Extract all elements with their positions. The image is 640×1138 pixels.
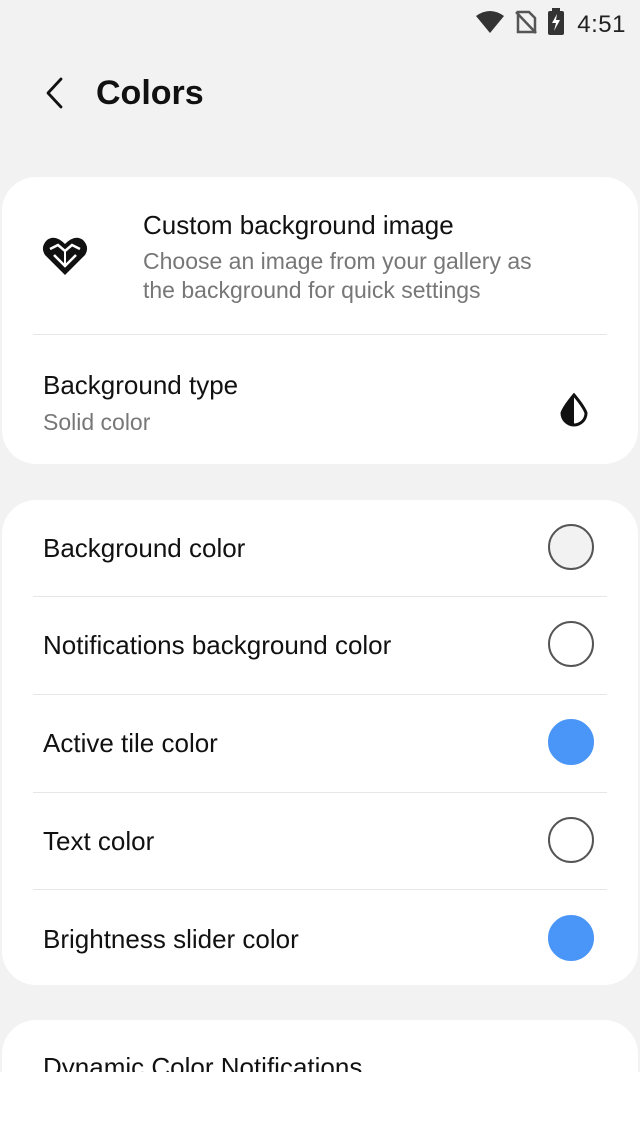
custom-background-image-subtitle-line2: the background for quick settings bbox=[143, 277, 481, 303]
color-item-active-tile[interactable]: Active tile color bbox=[2, 695, 638, 792]
background-type-item[interactable]: Background type Solid color bbox=[2, 335, 638, 464]
color-swatch bbox=[548, 524, 594, 570]
color-item-label: Notifications background color bbox=[43, 630, 392, 660]
back-button[interactable] bbox=[30, 70, 80, 120]
dynamic-color-card: Dynamic Color Notifications bbox=[2, 1020, 638, 1080]
heart-image-icon bbox=[42, 235, 88, 282]
contrast-drop-icon bbox=[558, 392, 590, 432]
color-item-label: Brightness slider color bbox=[43, 924, 299, 954]
color-swatch bbox=[548, 817, 594, 863]
color-item-label: Active tile color bbox=[43, 728, 218, 758]
custom-background-image-subtitle-line1: Choose an image from your gallery as bbox=[143, 248, 532, 274]
color-item-label: Background color bbox=[43, 533, 246, 563]
background-type-value: Solid color bbox=[43, 409, 151, 435]
wifi-icon bbox=[475, 9, 505, 40]
color-item-notifications-background[interactable]: Notifications background color bbox=[2, 597, 638, 694]
color-settings-card: Background color Notifications backgroun… bbox=[2, 500, 638, 985]
battery-charging-icon bbox=[547, 8, 565, 41]
color-item-text[interactable]: Text color bbox=[2, 793, 638, 889]
status-bar: 4:51 bbox=[0, 0, 640, 46]
status-time: 4:51 bbox=[577, 10, 626, 38]
custom-background-image-item[interactable]: Custom background image Choose an image … bbox=[2, 177, 638, 334]
color-item-background[interactable]: Background color bbox=[2, 500, 638, 596]
no-sim-icon bbox=[515, 9, 538, 40]
bottom-band bbox=[0, 1072, 640, 1138]
color-swatch bbox=[548, 915, 594, 961]
background-type-title: Background type bbox=[43, 370, 239, 400]
dynamic-color-notifications-title: Dynamic Color Notifications bbox=[43, 1052, 363, 1072]
color-swatch bbox=[548, 719, 594, 765]
status-icons: 4:51 bbox=[475, 8, 626, 41]
custom-background-image-title: Custom background image bbox=[143, 210, 454, 240]
chevron-left-icon bbox=[43, 76, 67, 115]
page-title: Colors bbox=[96, 74, 204, 112]
background-settings-card: Custom background image Choose an image … bbox=[2, 177, 638, 464]
app-bar: Colors bbox=[0, 56, 640, 136]
color-swatch bbox=[548, 621, 594, 667]
color-item-brightness-slider[interactable]: Brightness slider color bbox=[2, 890, 638, 985]
color-item-label: Text color bbox=[43, 826, 155, 856]
dynamic-color-item[interactable]: Dynamic Color Notifications bbox=[2, 1020, 638, 1072]
